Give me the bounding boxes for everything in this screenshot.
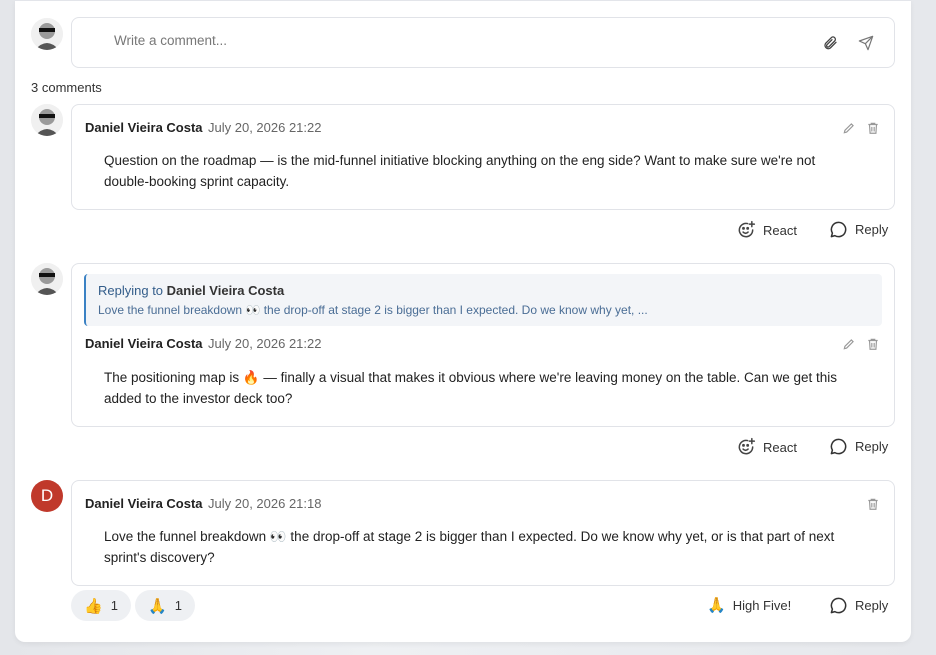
reply-label: Reply — [855, 439, 889, 454]
comment-composer — [71, 17, 895, 68]
comment-timestamp: July 20, 2026 21:22 — [208, 336, 322, 351]
reply-button[interactable]: Reply — [829, 220, 888, 239]
reply-quote[interactable]: Replying to Daniel Vieira Costa Love the… — [84, 274, 882, 326]
comments-panel: 3 comments Daniel Vieira Costa July 20, … — [15, 0, 911, 642]
edit-icon[interactable] — [842, 121, 856, 135]
avatar: D — [31, 480, 63, 512]
react-label: React — [763, 222, 797, 238]
reply-header: Replying to Daniel Vieira Costa — [98, 283, 284, 298]
speech-bubble-icon — [830, 438, 847, 455]
reply-button[interactable]: Reply — [829, 437, 888, 456]
react-button[interactable]: React — [736, 437, 797, 457]
attach-icon[interactable] — [820, 33, 840, 53]
speech-bubble-icon — [830, 221, 847, 238]
speech-bubble-icon — [830, 597, 847, 614]
reply-label: Reply — [855, 598, 889, 613]
high-five-label: High Five! — [732, 597, 792, 613]
comment-card: Replying to Daniel Vieira Costa Love the… — [71, 263, 895, 427]
comment-card: Daniel Vieira Costa July 20, 2026 21:22 … — [71, 104, 895, 210]
smile-plus-icon — [738, 437, 756, 455]
pray-hands-icon: 🙏 — [148, 596, 167, 615]
comment-text: The positioning map is 🔥 — finally a vis… — [104, 370, 838, 406]
avatar — [31, 104, 63, 136]
delete-icon[interactable] — [866, 337, 880, 351]
reply-label: Reply — [855, 222, 889, 237]
comment-count: 3 comments — [31, 80, 102, 95]
send-icon[interactable] — [856, 33, 876, 53]
react-button[interactable]: React — [736, 220, 797, 240]
comment-text: Love the funnel breakdown 👀 the drop-off… — [104, 529, 835, 565]
high-five-button[interactable]: 🙏 High Five! — [707, 596, 791, 614]
delete-icon[interactable] — [866, 121, 880, 135]
current-user-avatar — [31, 18, 63, 50]
avatar — [31, 263, 63, 295]
comment-input[interactable] — [114, 33, 754, 48]
reaction-pill[interactable]: 👍 1 — [71, 590, 131, 621]
comment-timestamp: July 20, 2026 21:22 — [208, 120, 322, 135]
comment-text: Question on the roadmap — is the mid-fun… — [104, 153, 816, 189]
reaction-count: 1 — [174, 598, 182, 613]
reaction-pill[interactable]: 🙏 1 — [135, 590, 195, 621]
comment-card: Daniel Vieira Costa July 20, 2026 21:18 … — [71, 480, 895, 586]
pray-hands-icon: 🙏 — [707, 596, 726, 614]
reply-excerpt: Love the funnel breakdown 👀 the drop-off… — [98, 303, 648, 317]
comment-author: Daniel Vieira Costa — [85, 120, 203, 135]
reply-to-author: Daniel Vieira Costa — [166, 283, 285, 298]
delete-icon[interactable] — [866, 497, 880, 511]
comment-timestamp: July 20, 2026 21:18 — [208, 496, 322, 511]
react-label: React — [763, 439, 797, 455]
edit-icon[interactable] — [842, 337, 856, 351]
comment-author: Daniel Vieira Costa — [85, 336, 203, 351]
smile-plus-icon — [738, 220, 756, 238]
reply-button[interactable]: Reply — [829, 596, 888, 615]
replying-to-label: Replying to — [98, 283, 164, 298]
comment-author: Daniel Vieira Costa — [85, 496, 203, 511]
divider — [15, 0, 911, 1]
thumbs-up-icon: 👍 — [84, 596, 103, 615]
reaction-count: 1 — [110, 598, 118, 613]
